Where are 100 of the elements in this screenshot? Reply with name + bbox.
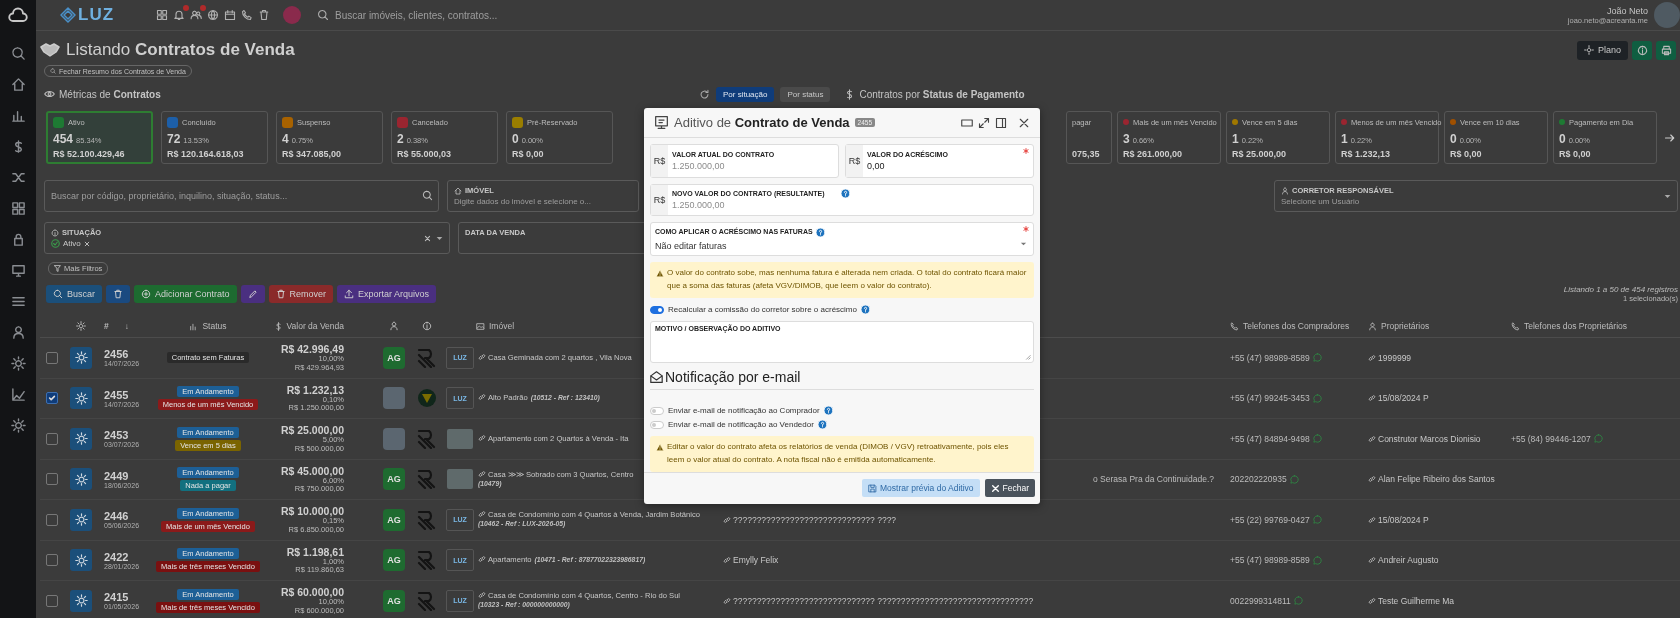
- row-checkbox[interactable]: [46, 594, 58, 607]
- calendar-icon[interactable]: [224, 9, 236, 21]
- view-tab[interactable]: Por status: [780, 86, 831, 102]
- help-icon[interactable]: [815, 227, 825, 237]
- phone-number: +55 (84) 99446-1207: [1511, 433, 1591, 444]
- broker-input[interactable]: Selecione um Usuário: [1281, 197, 1671, 206]
- clear-icon[interactable]: [424, 235, 431, 242]
- column-header[interactable]: Telefones dos Compradores: [1230, 321, 1350, 331]
- owner-link[interactable]: Construtor Marcos Dionisio: [1368, 433, 1481, 444]
- close-icon[interactable]: [1018, 116, 1030, 129]
- sort-arrow[interactable]: ↓: [124, 321, 129, 331]
- notification-toggle[interactable]: [650, 420, 664, 429]
- link-icon: [478, 393, 486, 402]
- house-icon[interactable]: [10, 77, 26, 92]
- info-button[interactable]: [1632, 40, 1652, 60]
- line-chart-icon[interactable]: [10, 387, 26, 402]
- column-header[interactable]: Valor da Venda: [273, 321, 348, 331]
- side-panel-icon[interactable]: [995, 116, 1007, 129]
- monitor-icon[interactable]: [10, 263, 26, 278]
- help-icon[interactable]: [817, 420, 827, 429]
- row-settings-button[interactable]: [70, 549, 92, 572]
- view-tab[interactable]: Por situação: [716, 86, 775, 102]
- diamond-logo-icon: [60, 7, 76, 23]
- info-icon: [422, 321, 432, 331]
- metric-count: 3: [1123, 132, 1130, 146]
- search-field[interactable]: Buscar por código, proprietário, inquilino, situação, status...: [44, 180, 439, 212]
- delete-button[interactable]: [106, 285, 130, 303]
- currency-prefix: R$: [651, 145, 668, 178]
- remove-icon[interactable]: [83, 240, 90, 247]
- row-checkbox[interactable]: [46, 513, 58, 526]
- grid-icon[interactable]: [10, 201, 26, 216]
- bar-chart-icon[interactable]: [10, 108, 26, 123]
- row-checkbox[interactable]: [46, 432, 58, 445]
- notification-dot: [183, 5, 189, 11]
- save-icon: [868, 483, 877, 493]
- row-settings-button[interactable]: [70, 387, 92, 410]
- row-settings-button[interactable]: [70, 589, 92, 612]
- print-button[interactable]: [1656, 40, 1676, 60]
- notification-toggle[interactable]: [650, 406, 664, 415]
- owner-link[interactable]: 1999999: [1368, 352, 1412, 363]
- column-header[interactable]: Imóvel: [476, 321, 515, 331]
- link-icon: [1368, 556, 1376, 565]
- search-icon[interactable]: [10, 46, 26, 61]
- remove-button[interactable]: Remover: [268, 285, 334, 303]
- funnel-icon: [54, 265, 61, 272]
- resize-grip-icon[interactable]: [1025, 354, 1031, 360]
- house-icon: [454, 186, 462, 195]
- row-settings-button[interactable]: [70, 346, 92, 369]
- list-icon[interactable]: [10, 294, 26, 309]
- plan-button[interactable]: Plano: [1576, 40, 1628, 60]
- refresh-icon[interactable]: [699, 88, 710, 100]
- person-icon: [1368, 321, 1377, 331]
- person-icon[interactable]: [10, 325, 26, 340]
- column-header[interactable]: Proprietários: [1368, 321, 1430, 331]
- row-checkbox[interactable]: [46, 392, 58, 405]
- owner-link[interactable]: Teste Guilherme Ma: [1368, 595, 1455, 606]
- row-settings-button[interactable]: [70, 427, 92, 450]
- add-button[interactable]: Adicionar Contrato: [134, 285, 237, 303]
- commission-toggle[interactable]: [650, 305, 664, 314]
- window-icon[interactable]: [961, 116, 973, 129]
- property-input[interactable]: Digite dados do imóvel e selecione o...: [454, 197, 632, 206]
- buyer-link[interactable]: ?????????????????????????????? ?????????????????????????????????: [723, 595, 1034, 606]
- currency-prefix: R$: [846, 145, 863, 178]
- column-header[interactable]: Status: [189, 321, 227, 331]
- grid-icon[interactable]: [156, 9, 168, 21]
- bell-icon[interactable]: [173, 9, 185, 21]
- phone-number: 0022999314811: [1230, 595, 1291, 606]
- globe-icon[interactable]: [207, 9, 219, 21]
- column-header[interactable]: #: [104, 321, 109, 331]
- close-button[interactable]: Fechar: [984, 479, 1035, 498]
- phone-icon[interactable]: [241, 9, 253, 21]
- global-search-field[interactable]: Buscar imóveis, clientes, contratos...: [317, 9, 617, 21]
- row-settings-button[interactable]: [70, 508, 92, 531]
- row-settings-button[interactable]: [70, 468, 92, 491]
- people-icon[interactable]: [190, 9, 202, 21]
- column-header[interactable]: Telefones dos Proprietários: [1511, 321, 1627, 331]
- owner-link[interactable]: 15/08/2024 P: [1368, 393, 1429, 404]
- filter-tag[interactable]: Ativo: [51, 239, 90, 248]
- buyer-link[interactable]: Emylly Felix: [723, 555, 779, 566]
- help-icon[interactable]: [860, 305, 870, 314]
- help-icon[interactable]: [823, 406, 833, 415]
- export-button[interactable]: Exportar Arquivos: [337, 285, 437, 303]
- info-icon: [51, 228, 59, 237]
- trash-icon[interactable]: [258, 9, 270, 21]
- page-title: Listando Contratos de Venda: [66, 40, 295, 60]
- owner-link[interactable]: Andreir Augusto: [1368, 555, 1439, 566]
- metric-count: 0: [512, 132, 519, 146]
- brand-logo[interactable]: LUZ: [78, 5, 115, 25]
- owner-link[interactable]: Alan Felipe Ribeiro dos Santos: [1368, 474, 1495, 485]
- expand-icon[interactable]: [978, 116, 990, 129]
- row-checkbox[interactable]: [46, 351, 58, 364]
- row-checkbox[interactable]: [46, 554, 58, 567]
- shuffle-icon[interactable]: [10, 170, 26, 185]
- owner-link[interactable]: 15/08/2024 P: [1368, 514, 1429, 525]
- edit-button[interactable]: [240, 285, 265, 303]
- link-icon: [1368, 353, 1376, 362]
- row-checkbox[interactable]: [46, 473, 58, 486]
- search-button[interactable]: Buscar: [46, 285, 102, 303]
- buyer-link[interactable]: ?????????????????????????????? ????: [723, 514, 897, 525]
- selected-option: Não editar faturas: [655, 240, 727, 251]
